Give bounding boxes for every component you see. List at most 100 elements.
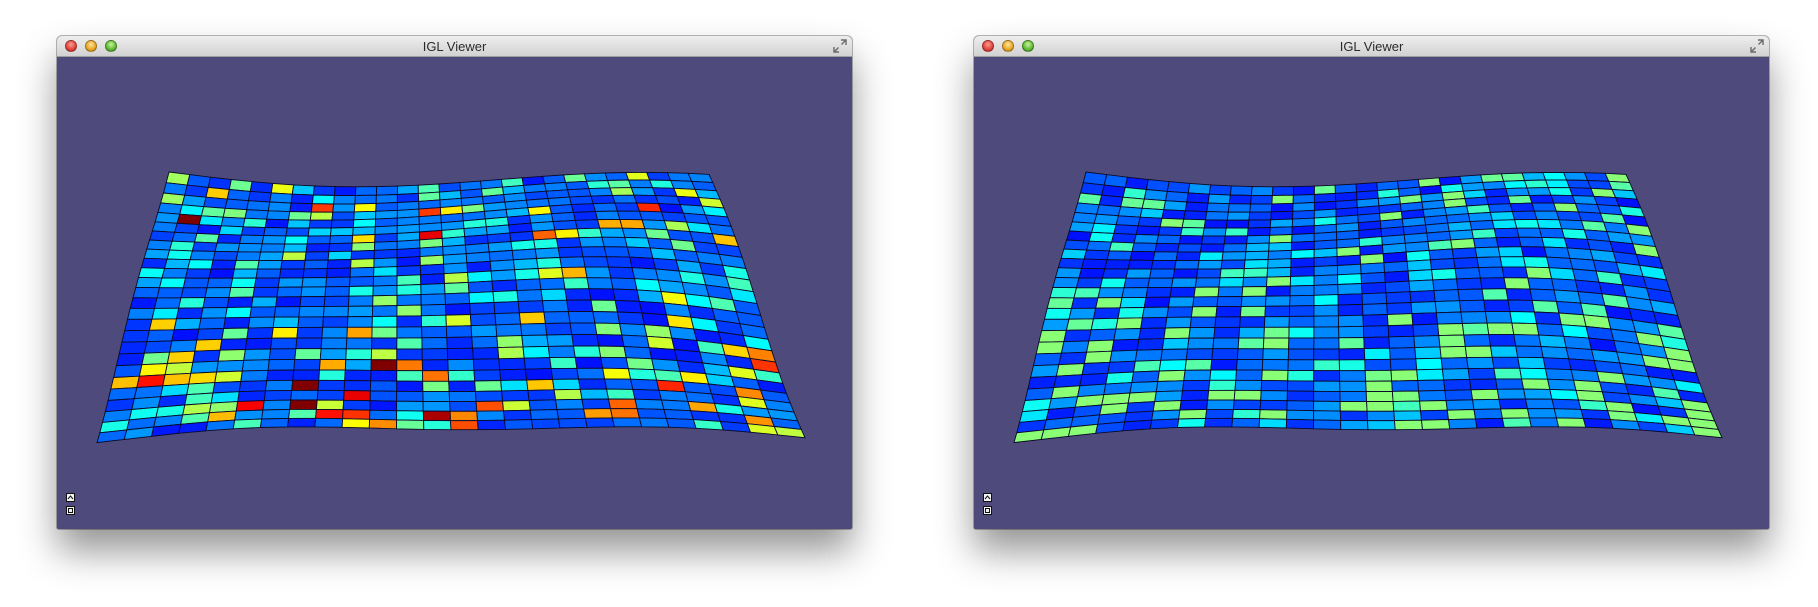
mesh-face [574,356,604,369]
mesh-face [1267,249,1292,260]
mesh-face [1549,388,1580,401]
mesh-face [161,267,189,279]
mesh-face [1260,390,1288,402]
mesh-face [141,351,171,366]
igl-viewer-window-right[interactable]: IGL Viewer [974,36,1769,529]
mesh-face [396,304,422,317]
mesh-face [1228,194,1252,205]
mesh-face [1038,329,1067,343]
mesh-face [1194,277,1221,288]
mesh-face [1268,234,1293,244]
mesh-face [1234,379,1263,391]
mesh-face [1147,277,1174,289]
mesh-face [489,259,516,272]
mesh-face [1521,172,1547,181]
mesh-face [1211,348,1239,360]
mesh-face [1540,346,1570,360]
mesh-face [314,417,344,428]
mesh-face [626,246,654,259]
mesh-face [567,311,596,324]
mesh-face [447,369,476,382]
mesh-face [1384,270,1410,283]
mesh-face [192,349,221,363]
mesh-face [1271,186,1295,196]
mesh-face [582,256,610,268]
mesh-face [1521,378,1551,390]
mesh-face [1464,345,1493,359]
mesh-face [1523,179,1549,189]
mesh-face [368,418,398,430]
mesh-face [448,380,476,393]
mesh-face [1511,322,1540,336]
title-bar[interactable]: IGL Viewer [974,36,1769,57]
mesh-face [555,237,582,249]
mesh-face [303,259,329,270]
mesh-face [1095,297,1123,309]
panel-settings-button[interactable] [983,506,992,515]
mesh-face [1239,305,1266,318]
mesh-face [541,299,569,313]
mesh-face [1068,307,1097,320]
mesh-face [232,418,263,430]
mesh-face [576,367,606,380]
mesh-face [1416,368,1445,381]
mesh-face [396,284,422,296]
igl-viewer-window-left[interactable]: IGL Viewer [57,36,852,529]
mesh-face [1201,235,1226,245]
mesh-face [1075,277,1104,289]
mesh-face [1066,230,1093,242]
mesh-face [1221,251,1247,261]
mesh-face [1366,401,1395,412]
mesh-face [1485,195,1511,206]
mesh-face [1269,226,1293,236]
mesh-face [420,303,447,317]
mesh-face [1533,311,1562,326]
mesh-face [529,409,560,421]
mesh-face [1389,347,1417,360]
mesh-face [1313,256,1338,268]
mesh-face [1151,409,1181,421]
fullscreen-icon[interactable] [1750,39,1764,53]
mesh-face [1207,389,1236,401]
mesh-face [1313,294,1339,307]
mesh-face [1489,345,1519,358]
mesh-face [257,260,283,270]
mesh-face [342,409,371,420]
mesh-face [1239,316,1266,328]
mesh-face [444,292,471,305]
mesh-face [544,322,573,336]
mesh-face [521,334,549,348]
mesh-face [1090,317,1119,331]
panel-toggle-button[interactable] [983,493,992,502]
panel-settings-button[interactable] [66,506,75,515]
mesh-face [351,234,376,244]
title-bar[interactable]: IGL Viewer [57,36,852,57]
mesh-face [135,276,163,289]
3d-viewport[interactable] [974,57,1769,529]
mesh-face [126,307,156,320]
fullscreen-icon[interactable] [833,39,847,53]
mesh-face [1472,237,1499,249]
mesh-face [492,290,519,303]
mesh-surface-plot[interactable] [57,57,852,529]
mesh-face [1249,203,1273,213]
mesh-face [1340,419,1369,431]
mesh-face [261,408,291,420]
3d-viewport[interactable] [57,57,852,529]
mesh-face [1270,202,1294,213]
mesh-face [1428,248,1455,261]
mesh-face [467,280,494,294]
mesh-face [1548,267,1576,281]
mesh-face [631,267,659,281]
mesh-face [1533,210,1560,221]
mesh-face [1511,210,1538,221]
mesh-face [1495,236,1522,248]
panel-toggle-button[interactable] [66,493,75,502]
mesh-face [1287,359,1315,372]
mesh-face [329,234,354,245]
mesh-face [1313,390,1341,402]
mesh-face [526,378,555,391]
mesh-face [146,239,173,251]
mesh-face [306,235,331,245]
mesh-surface-plot[interactable] [974,57,1769,529]
